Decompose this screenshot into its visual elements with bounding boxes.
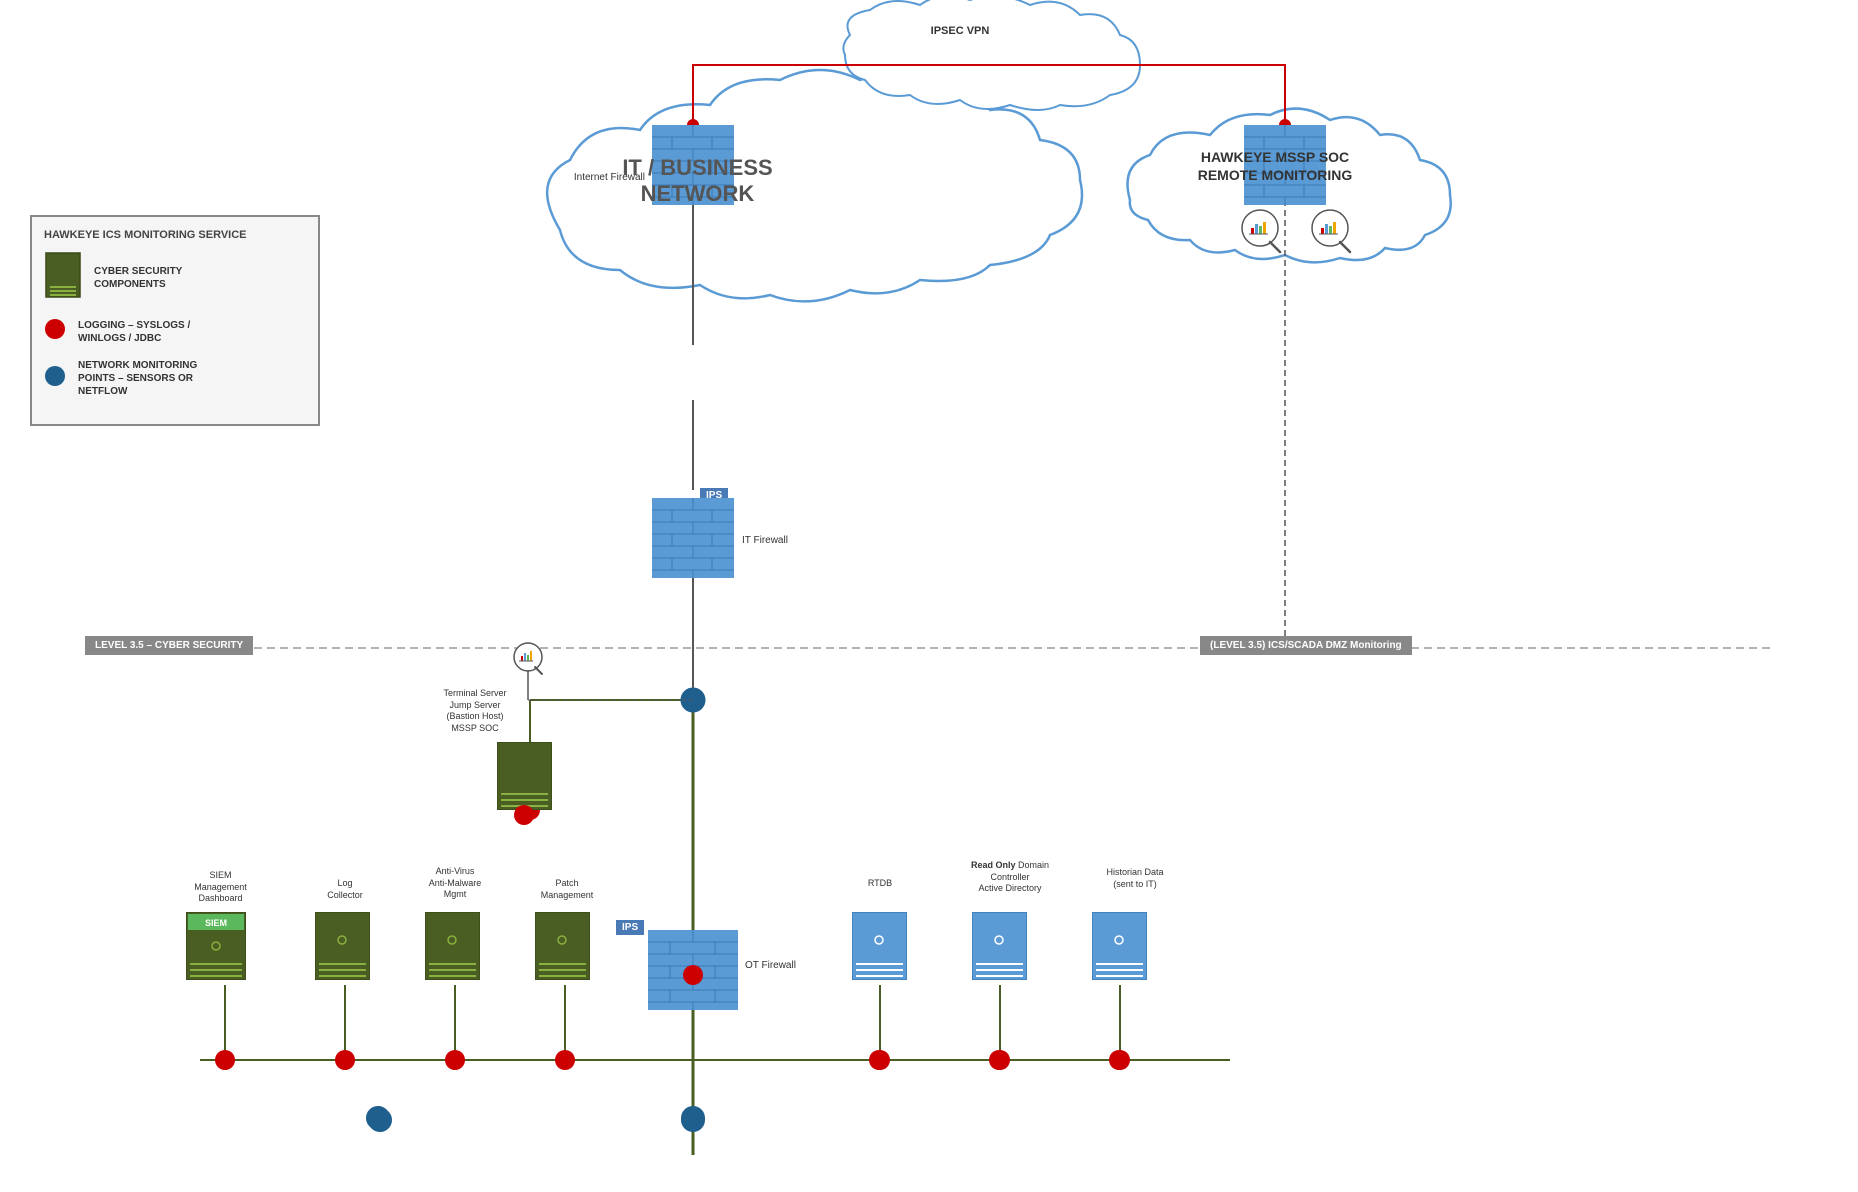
legend-cyber-icon	[44, 251, 82, 304]
legend-logging-label: LOGGING – SYSLOGS /WINLOGS / JDBC	[78, 319, 190, 345]
legend-item-logging: LOGGING – SYSLOGS /WINLOGS / JDBC	[44, 318, 306, 345]
domain-controller-shape	[972, 912, 1027, 980]
legend-title: HAWKEYE ICS MONITORING SERVICE	[44, 229, 306, 241]
terminal-server-label: Terminal ServerJump Server(Bastion Host)…	[425, 688, 525, 735]
hawkeye-mssp-label: HAWKEYE MSSP SOCREMOTE MONITORING	[1175, 148, 1375, 184]
siem-dashboard-label: SIEMManagementDashboard	[178, 870, 263, 905]
main-diagram-svg	[0, 0, 1858, 1192]
rtdb-label: RTDB	[850, 878, 910, 890]
it-firewall-label: IT Firewall	[742, 535, 788, 546]
level35-right-label: (LEVEL 3.5) ICS/SCADA DMZ Monitoring	[1200, 636, 1412, 655]
ipsec-vpn-label: IPSEC VPN	[860, 25, 1060, 37]
historian-shape	[1092, 912, 1147, 980]
terminal-server-shape	[497, 742, 552, 810]
legend-cyber-label: CYBER SECURITYCOMPONENTS	[94, 265, 182, 291]
it-business-network-label: IT / BUSINESS NETWORK	[600, 155, 795, 208]
ips-badge-2: IPS	[616, 920, 644, 935]
log-collector-label: LogCollector	[310, 878, 380, 901]
legend-item-netmon: NETWORK MONITORINGPOINTS – SENSORS ORNET…	[44, 359, 306, 398]
antivirus-label: Anti-VirusAnti-MalwareMgmt	[415, 866, 495, 901]
patch-mgmt-label: PatchManagement	[532, 878, 602, 901]
rtdb-shape	[852, 912, 907, 980]
historian-label: Historian Data(sent to IT)	[1090, 867, 1180, 890]
level35-label: LEVEL 3.5 – CYBER SECURITY	[85, 636, 253, 655]
domain-controller-label: Read Only DomainControllerActive Directo…	[960, 860, 1060, 895]
legend-box: HAWKEYE ICS MONITORING SERVICE CYBER SEC…	[30, 215, 320, 426]
legend-netmon-label: NETWORK MONITORINGPOINTS – SENSORS ORNET…	[78, 359, 197, 398]
antivirus-shape	[425, 912, 480, 980]
legend-logging-icon	[44, 318, 66, 345]
ipsec-vpn-cloud	[843, 0, 1140, 110]
ot-firewall-shape	[648, 930, 738, 1010]
legend-netmon-icon	[44, 365, 66, 392]
svg-text:SIEM: SIEM	[205, 918, 227, 928]
siem-server-shape: SIEM	[186, 912, 246, 980]
legend-item-cyber: CYBER SECURITYCOMPONENTS	[44, 251, 306, 304]
log-collector-shape	[315, 912, 370, 980]
it-firewall-shape	[652, 498, 734, 578]
diagram-container: HAWKEYE ICS MONITORING SERVICE CYBER SEC…	[0, 0, 1858, 1192]
ot-firewall-label: OT Firewall	[745, 960, 796, 971]
patch-mgmt-shape	[535, 912, 590, 980]
